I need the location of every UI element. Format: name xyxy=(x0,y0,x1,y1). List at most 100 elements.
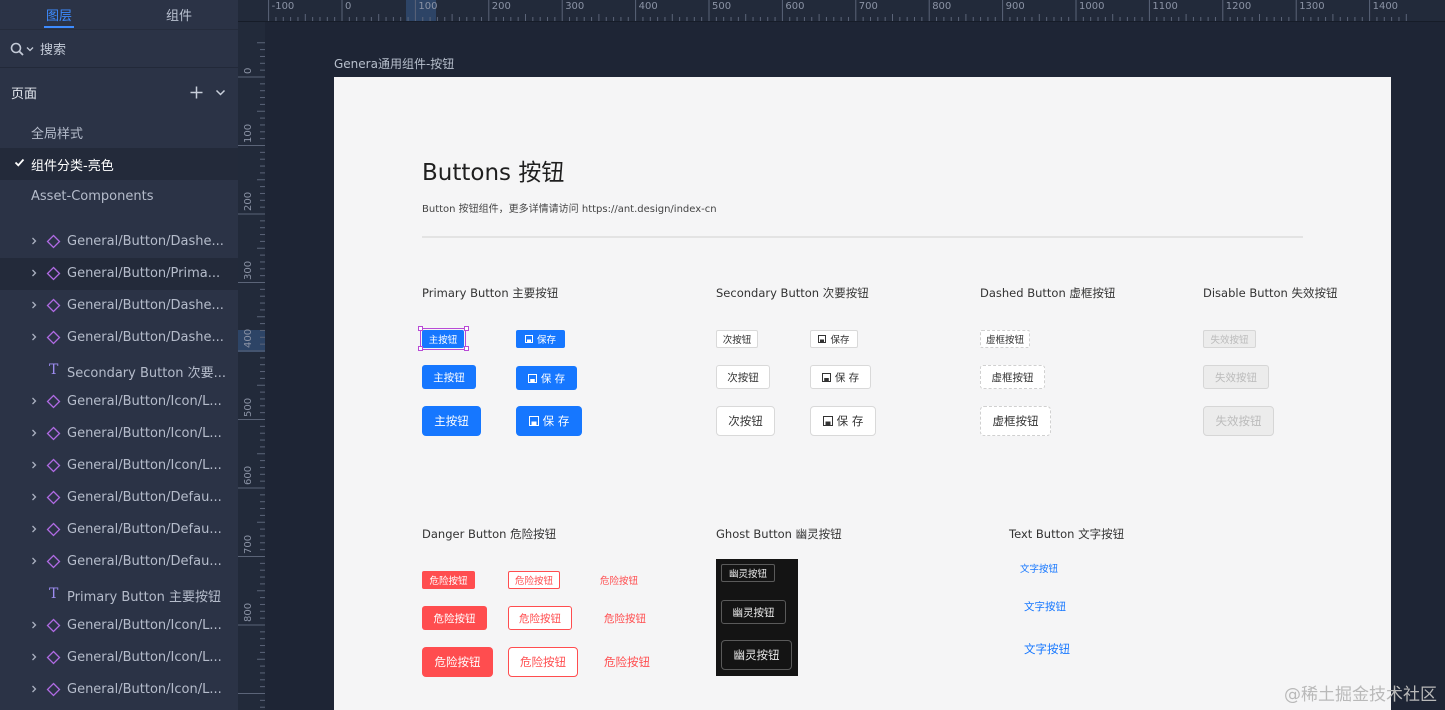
layer-item[interactable]: General/Button/Icon/L... xyxy=(0,450,238,482)
button-label: 文字按钮 xyxy=(1019,564,1058,575)
search-icon[interactable] xyxy=(10,42,24,56)
dashed-button-large[interactable]: 虚框按钮 xyxy=(980,406,1051,436)
primary-button-medium[interactable]: 主按钮 xyxy=(422,365,476,389)
secondary-button-medium[interactable]: 次按钮 xyxy=(716,365,770,389)
chevron-right-icon[interactable] xyxy=(30,299,38,311)
ghost-button-large[interactable]: 幽灵按钮 xyxy=(721,640,792,670)
component-icon xyxy=(46,234,61,249)
chevron-right-icon[interactable] xyxy=(30,235,38,247)
layer-item[interactable]: General/Button/Icon/L... xyxy=(0,674,238,706)
ruler-label: 800 xyxy=(243,602,254,622)
section-title-dashed: Dashed Button 虚框按钮 xyxy=(980,286,1116,300)
chevron-right-icon[interactable] xyxy=(30,331,38,343)
chevron-right-icon[interactable] xyxy=(30,427,38,439)
layer-item[interactable]: General/Button/Icon/L... xyxy=(0,610,238,642)
layer-item-label: Primary Button 主要按钮 xyxy=(67,590,222,605)
dashed-button-medium[interactable]: 虚框按钮 xyxy=(980,365,1045,389)
ruler-label: 1400 xyxy=(1372,1,1399,12)
button-label: 失效按钮 xyxy=(1210,335,1249,346)
secondary-button-large[interactable]: 次按钮 xyxy=(716,406,775,436)
page-item-component-light[interactable]: 组件分类-亮色 xyxy=(0,148,238,180)
component-icon xyxy=(46,554,61,569)
page-item-global-styles[interactable]: 全局样式 xyxy=(0,116,238,148)
tab-layers[interactable]: 图层 xyxy=(43,5,75,28)
resize-handle[interactable] xyxy=(417,345,423,351)
component-icon xyxy=(46,618,61,633)
text-button-medium[interactable]: 文字按钮 xyxy=(1018,594,1072,618)
component-icon xyxy=(46,266,61,281)
primary-save-button-small[interactable]: 保存 xyxy=(516,330,565,348)
chevron-right-icon[interactable] xyxy=(30,395,38,407)
chevron-right-icon[interactable] xyxy=(30,267,38,279)
artboard[interactable]: Buttons 按钮 Button 按钮组件，更多详情请访问 https://a… xyxy=(334,77,1391,710)
layer-item[interactable]: General/Button/Icon/L... xyxy=(0,642,238,674)
danger-text-button-medium[interactable]: 危险按钮 xyxy=(598,606,652,630)
check-icon xyxy=(14,158,25,167)
page-item-asset-components[interactable]: Asset-Components xyxy=(0,180,238,212)
button-label: 危险按钮 xyxy=(519,612,561,625)
resize-handle[interactable] xyxy=(463,345,469,351)
search-input[interactable]: 搜索 xyxy=(40,39,66,58)
danger-button-large[interactable]: 危险按钮 xyxy=(422,647,493,677)
resize-handle[interactable] xyxy=(463,325,469,331)
ruler-label: 600 xyxy=(243,465,254,485)
layer-item[interactable]: T Secondary Button 次要... xyxy=(0,354,238,386)
dashed-button-small[interactable]: 虚框按钮 xyxy=(980,330,1030,348)
chevron-right-icon[interactable] xyxy=(30,555,38,567)
component-icon xyxy=(46,394,61,409)
danger-button-medium[interactable]: 危险按钮 xyxy=(422,606,487,630)
layer-item[interactable]: General/Button/Defau... xyxy=(0,546,238,578)
layer-item-label: General/Button/Defau... xyxy=(67,554,222,569)
layer-item[interactable]: General/Button/Prima... xyxy=(0,258,238,290)
text-button-large[interactable]: 文字按钮 xyxy=(1018,634,1076,664)
section-title-secondary: Secondary Button 次要按钮 xyxy=(716,286,869,300)
search-bar[interactable]: 搜索 xyxy=(0,30,238,68)
secondary-save-button-large[interactable]: 保 存 xyxy=(810,406,876,436)
danger-text-button-large[interactable]: 危险按钮 xyxy=(598,647,656,677)
chevron-right-icon[interactable] xyxy=(30,683,38,695)
ruler-label: 900 xyxy=(1005,1,1025,12)
chevron-right-icon[interactable] xyxy=(30,523,38,535)
secondary-button-small[interactable]: 次按钮 xyxy=(716,330,758,348)
danger-text-button-small[interactable]: 危险按钮 xyxy=(593,571,645,589)
save-icon xyxy=(822,416,833,426)
chevron-down-icon[interactable] xyxy=(215,87,226,98)
layer-item-label: General/Button/Defau... xyxy=(67,490,222,505)
button-label: 主按钮 xyxy=(434,414,469,428)
layer-item[interactable]: General/Button/Dashe... xyxy=(0,290,238,322)
layer-item[interactable]: General/Button/Dashe... xyxy=(0,322,238,354)
ghost-button-medium[interactable]: 幽灵按钮 xyxy=(721,600,786,624)
layer-item[interactable]: General/Button/Dashe... xyxy=(0,226,238,258)
ghost-button-small[interactable]: 幽灵按钮 xyxy=(721,564,775,582)
frame-title[interactable]: Genera通用组件-按钮 xyxy=(334,55,454,72)
ruler-label: 400 xyxy=(638,1,658,12)
danger-outline-button-small[interactable]: 危险按钮 xyxy=(508,571,560,589)
danger-outline-button-large[interactable]: 危险按钮 xyxy=(508,647,578,677)
button-label: 文字按钮 xyxy=(1024,642,1070,656)
layer-item[interactable]: General/Button/Defau... xyxy=(0,482,238,514)
button-label: 危险按钮 xyxy=(604,655,650,669)
chevron-down-icon[interactable] xyxy=(26,45,34,53)
disabled-button-medium: 失效按钮 xyxy=(1203,365,1269,389)
chevron-right-icon[interactable] xyxy=(30,491,38,503)
plus-icon[interactable] xyxy=(190,86,203,99)
chevron-right-icon[interactable] xyxy=(30,651,38,663)
chevron-right-icon[interactable] xyxy=(30,619,38,631)
button-label: 保 存 xyxy=(540,372,566,385)
secondary-save-button-small[interactable]: 保存 xyxy=(810,330,858,348)
resize-handle[interactable] xyxy=(417,325,423,331)
primary-save-button-large[interactable]: 保 存 xyxy=(516,406,582,436)
chevron-right-icon[interactable] xyxy=(30,459,38,471)
layer-item[interactable]: T Primary Button 主要按钮 xyxy=(0,578,238,610)
tab-components[interactable]: 组件 xyxy=(166,5,192,24)
secondary-save-button-medium[interactable]: 保 存 xyxy=(810,365,871,389)
text-button-small[interactable]: 文字按钮 xyxy=(1015,559,1063,577)
primary-button-large[interactable]: 主按钮 xyxy=(422,406,481,436)
danger-button-small[interactable]: 危险按钮 xyxy=(422,571,475,589)
ruler-label: 1100 xyxy=(1152,1,1178,12)
layer-item[interactable]: General/Button/Icon/L... xyxy=(0,386,238,418)
primary-save-button-medium[interactable]: 保 存 xyxy=(516,366,577,390)
layer-item[interactable]: General/Button/Icon/L... xyxy=(0,418,238,450)
layer-item[interactable]: General/Button/Defau... xyxy=(0,514,238,546)
danger-outline-button-medium[interactable]: 危险按钮 xyxy=(508,606,572,630)
